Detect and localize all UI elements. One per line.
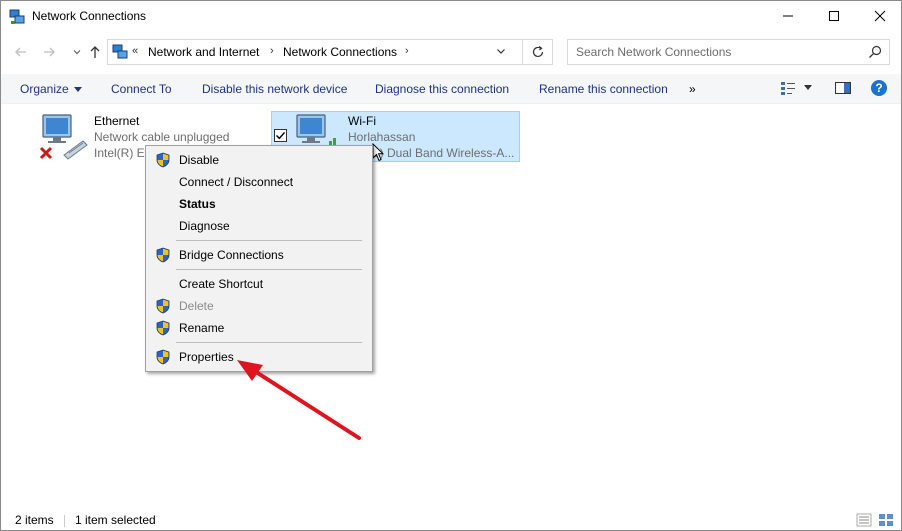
dropdown-arrow-icon xyxy=(74,87,83,92)
details-view-icon[interactable] xyxy=(856,513,872,527)
menu-item-status[interactable]: Status xyxy=(146,193,372,215)
ethernet-adapter-icon xyxy=(39,114,88,160)
diagnose-button[interactable]: Diagnose this connection xyxy=(375,82,509,96)
uac-shield-icon xyxy=(156,247,170,263)
up-button[interactable] xyxy=(84,41,106,63)
wifi-adapter: 2) Dual Band Wireless-A... xyxy=(373,146,515,160)
organize-label: Organize xyxy=(20,82,69,96)
menu-separator xyxy=(176,269,362,270)
menu-item-bridge-connections[interactable]: Bridge Connections xyxy=(146,244,372,266)
close-icon xyxy=(874,10,886,22)
chevron-down-icon xyxy=(73,50,81,55)
view-options-dropdown-icon[interactable] xyxy=(804,85,812,91)
maximize-button[interactable] xyxy=(811,1,857,31)
disable-device-button[interactable]: Disable this network device xyxy=(202,82,347,96)
wifi-name: Wi-Fi xyxy=(348,114,376,128)
breadcrumb-separator-icon[interactable]: › xyxy=(270,45,274,57)
menu-item-diagnose[interactable]: Diagnose xyxy=(146,215,372,237)
menu-item-rename[interactable]: Rename xyxy=(146,317,372,339)
status-divider xyxy=(64,515,65,527)
network-connections-window: Network Connections « Network and Intern… xyxy=(0,0,902,531)
help-icon[interactable]: ? xyxy=(870,79,888,97)
arrow-up-icon xyxy=(90,46,100,58)
breadcrumb-network-and-internet[interactable]: Network and Internet xyxy=(148,45,259,59)
menu-item-label: Rename xyxy=(179,321,225,335)
menu-item-label: Create Shortcut xyxy=(179,277,264,291)
mouse-cursor-icon xyxy=(372,143,384,162)
preview-pane-icon[interactable] xyxy=(834,80,852,96)
refresh-icon xyxy=(532,46,543,58)
address-overflow[interactable]: « xyxy=(132,45,138,57)
breadcrumb-network-connections[interactable]: Network Connections xyxy=(283,45,397,59)
search-box[interactable] xyxy=(567,39,890,65)
menu-separator xyxy=(176,342,362,343)
menu-item-label: Status xyxy=(179,197,216,211)
menu-item-label: Bridge Connections xyxy=(179,248,284,262)
selection-count: 1 item selected xyxy=(75,513,156,527)
menu-item-label: Connect / Disconnect xyxy=(179,175,294,189)
arrow-right-icon xyxy=(44,47,55,57)
wifi-select-checkbox[interactable] xyxy=(274,129,287,142)
back-button[interactable] xyxy=(10,41,32,63)
menu-item-label: Properties xyxy=(179,350,234,364)
minimize-icon xyxy=(783,15,793,17)
uac-shield-icon xyxy=(156,320,170,336)
uac-shield-icon xyxy=(156,349,170,365)
ethernet-name: Ethernet xyxy=(94,114,140,128)
title-bar: Network Connections xyxy=(1,1,901,33)
uac-shield-icon xyxy=(156,298,170,314)
item-count: 2 items xyxy=(15,513,54,527)
chevron-down-icon[interactable] xyxy=(496,46,506,56)
refresh-button[interactable] xyxy=(523,39,553,65)
more-commands-button[interactable]: » xyxy=(689,82,696,96)
menu-item-delete: Delete xyxy=(146,295,372,317)
network-folder-icon xyxy=(112,44,128,59)
network-connections-icon xyxy=(9,9,25,24)
menu-item-properties[interactable]: Properties xyxy=(146,346,372,368)
command-bar: Organize Connect To Disable this network… xyxy=(1,74,901,104)
search-input[interactable] xyxy=(568,40,858,64)
window-title: Network Connections xyxy=(32,9,147,23)
maximize-icon xyxy=(829,11,839,21)
search-icon[interactable] xyxy=(868,45,882,59)
wifi-status: Horlahassan xyxy=(348,130,416,144)
menu-item-label: Delete xyxy=(179,299,214,313)
forward-button[interactable] xyxy=(38,41,60,63)
ethernet-status: Network cable unplugged xyxy=(94,130,230,144)
connect-to-button[interactable]: Connect To xyxy=(111,82,172,96)
checkmark-icon xyxy=(276,132,286,140)
menu-item-disable[interactable]: Disable xyxy=(146,149,372,171)
menu-item-label: Diagnose xyxy=(179,219,230,233)
svg-text:?: ? xyxy=(875,81,882,95)
uac-shield-icon xyxy=(156,152,170,168)
menu-item-create-shortcut[interactable]: Create Shortcut xyxy=(146,273,372,295)
menu-separator xyxy=(176,240,362,241)
minimize-button[interactable] xyxy=(765,1,811,31)
menu-item-connect-disconnect[interactable]: Connect / Disconnect xyxy=(146,171,372,193)
navigation-row: « Network and Internet › Network Connect… xyxy=(1,37,901,67)
large-icons-view-icon[interactable] xyxy=(878,513,894,527)
rename-button[interactable]: Rename this connection xyxy=(539,82,668,96)
ethernet-adapter: Intel(R) Et xyxy=(94,146,149,160)
breadcrumb-separator-icon[interactable]: › xyxy=(405,45,409,57)
address-bar[interactable]: « Network and Internet › Network Connect… xyxy=(107,39,523,65)
change-view-icon[interactable] xyxy=(780,80,798,96)
context-menu: Disable Connect / Disconnect Status Diag… xyxy=(145,145,373,372)
organize-menu[interactable]: Organize xyxy=(20,82,83,96)
arrow-left-icon xyxy=(15,47,26,57)
status-bar: 2 items 1 item selected xyxy=(1,510,901,530)
close-button[interactable] xyxy=(857,1,902,31)
menu-item-label: Disable xyxy=(179,153,220,167)
